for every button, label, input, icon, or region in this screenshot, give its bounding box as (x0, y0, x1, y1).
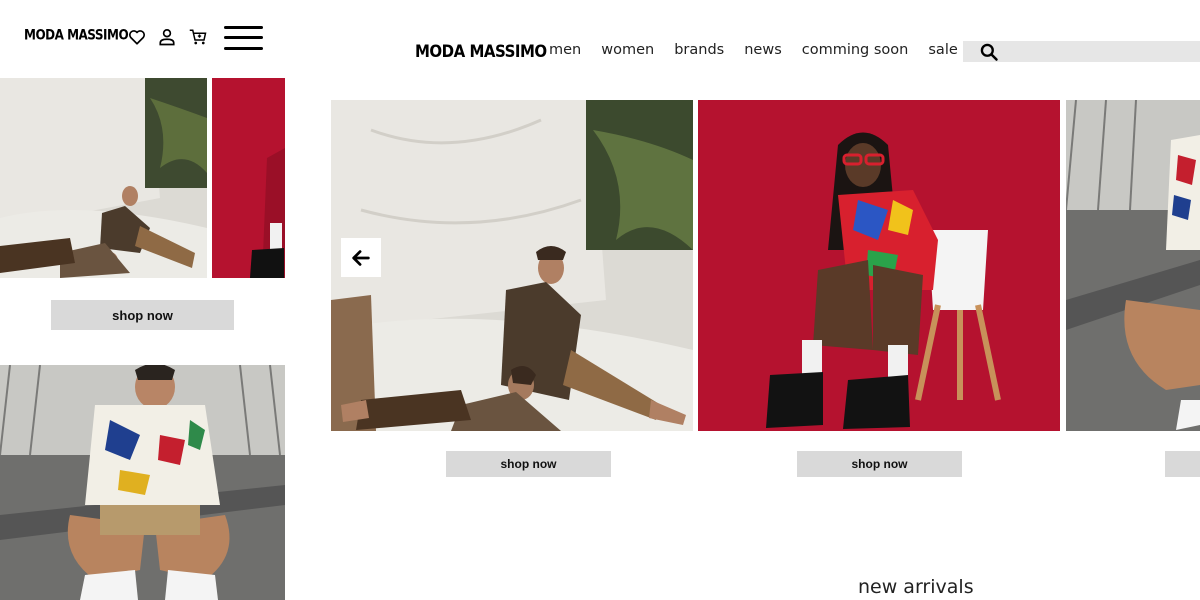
desktop-logo[interactable]: MODA MASSIMO (415, 41, 547, 62)
mobile-logo[interactable]: MODA MASSIMO (24, 27, 129, 43)
mobile-header: MODA MASSIMO (0, 0, 285, 78)
heart-icon[interactable] (127, 28, 147, 46)
arrow-left-icon (352, 249, 370, 266)
search-input[interactable] (1007, 42, 1196, 63)
section-title-new-arrivals: new arrivals (858, 576, 974, 598)
shop-now-button[interactable] (1165, 451, 1200, 477)
hamburger-menu-icon[interactable] (224, 26, 263, 50)
search-icon[interactable] (979, 42, 999, 62)
carousel-slide-couple[interactable] (331, 100, 693, 431)
carousel-slide-red[interactable] (698, 100, 1060, 431)
search-bar (963, 41, 1200, 63)
mobile-product-photo-couple[interactable] (0, 78, 207, 278)
main-navigation: men women brands news comming soon sale (549, 42, 978, 58)
nav-item-brands[interactable]: brands (674, 42, 724, 58)
nav-item-sale[interactable]: sale (928, 42, 957, 58)
nav-item-news[interactable]: news (744, 42, 782, 58)
nav-item-women[interactable]: women (601, 42, 654, 58)
mobile-shop-now-button[interactable]: shop now (51, 300, 234, 330)
menu-bar (224, 26, 263, 29)
nav-item-comming-soon[interactable]: comming soon (802, 42, 909, 58)
carousel-prev-button[interactable] (341, 238, 381, 277)
nav-item-men[interactable]: men (549, 42, 581, 58)
mobile-product-photo-man[interactable] (0, 365, 285, 600)
shop-now-button[interactable]: shop now (797, 451, 962, 477)
user-icon[interactable] (157, 28, 177, 46)
carousel-slide-man[interactable] (1066, 100, 1200, 431)
menu-bar (224, 47, 263, 50)
mobile-product-photo-red[interactable] (212, 78, 285, 278)
menu-bar (224, 36, 263, 39)
cart-icon[interactable] (188, 28, 208, 46)
shop-now-button[interactable]: shop now (446, 451, 611, 477)
